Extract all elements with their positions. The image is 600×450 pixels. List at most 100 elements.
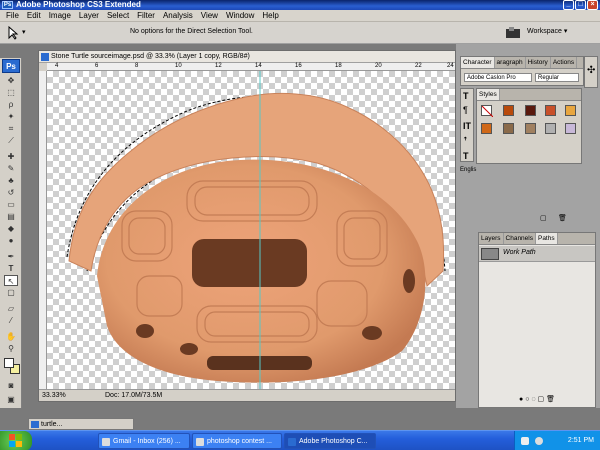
vertical-ruler[interactable] [39, 71, 47, 389]
blur-tool-icon[interactable]: ◆ [4, 223, 18, 234]
move-tool-icon[interactable]: ✥ [4, 75, 18, 86]
clone-stamp-tool-icon[interactable]: ♣ [4, 175, 18, 186]
style-swatch[interactable] [565, 123, 576, 134]
clock[interactable]: 2:51 PM [568, 437, 594, 444]
tab-paths[interactable]: Paths [535, 233, 558, 244]
options-bar: ▾ No options for the Direct Selection To… [0, 22, 600, 44]
tool-preset-dropdown-icon[interactable]: ▾ [22, 28, 26, 36]
history-brush-tool-icon[interactable]: ↺ [4, 187, 18, 198]
tab-channels[interactable]: Channels [504, 233, 536, 244]
dodge-tool-icon[interactable]: ● [4, 235, 18, 246]
style-swatch[interactable] [525, 105, 536, 116]
lasso-tool-icon[interactable]: ρ [4, 99, 18, 110]
zoom-tool-icon[interactable]: ⚲ [4, 343, 18, 354]
font-family-select[interactable]: Adobe Caslon Pro [464, 73, 532, 82]
menu-help[interactable]: Help [262, 11, 278, 20]
menu-bar: File Edit Image Layer Select Filter Anal… [0, 10, 600, 22]
healing-brush-tool-icon[interactable]: ✚ [4, 151, 18, 162]
load-selection-icon[interactable]: ◌ [531, 396, 535, 403]
menu-filter[interactable]: Filter [137, 11, 155, 20]
new-path-icon[interactable]: ▢ [538, 396, 545, 403]
direct-selection-tool-icon[interactable] [6, 26, 20, 40]
bridge-icon[interactable] [505, 26, 521, 40]
hand-tool-icon[interactable]: ✋ [4, 331, 18, 342]
menu-image[interactable]: Image [49, 11, 71, 20]
magic-wand-tool-icon[interactable]: ✦ [4, 111, 18, 122]
quick-mask-icon[interactable]: ◙ [4, 380, 18, 391]
style-swatch-none[interactable] [481, 105, 494, 118]
tab-layers[interactable]: Layers [479, 233, 504, 244]
ruler-label: 6 [95, 63, 99, 69]
document-title-bar[interactable]: Stone Turtle sourceimage.psd @ 33.3% (La… [39, 51, 455, 63]
gradient-tool-icon[interactable]: ▤ [4, 211, 18, 222]
app-title-bar: Ps Adobe Photoshop CS3 Extended _ □ × [0, 0, 600, 10]
foreground-color-swatch[interactable] [4, 358, 14, 368]
styles-footer: ▢ 🗑 [536, 214, 592, 224]
crop-tool-icon[interactable]: ⌗ [4, 123, 18, 134]
path-selection-tool-icon[interactable]: ↖ [4, 275, 18, 286]
menu-analysis[interactable]: Analysis [163, 11, 193, 20]
document-icon [31, 421, 39, 428]
stroke-path-icon[interactable]: ○ [525, 396, 529, 403]
eraser-tool-icon[interactable]: ▭ [4, 199, 18, 210]
menu-select[interactable]: Select [107, 11, 129, 20]
image-canvas[interactable] [47, 71, 455, 389]
new-style-icon[interactable]: ▢ [540, 214, 547, 222]
start-button[interactable] [0, 431, 32, 450]
language-label: Englis [460, 167, 477, 173]
text-tool-icon[interactable]: IT [463, 121, 471, 131]
browser-icon [196, 438, 204, 446]
minimize-icon[interactable]: _ [563, 0, 574, 10]
type-faux-bold-icon[interactable]: T [463, 151, 469, 161]
tray-volume-icon[interactable] [535, 437, 543, 445]
tab-history[interactable]: History [526, 57, 551, 68]
tab-styles[interactable]: Styles [477, 89, 500, 100]
slice-tool-icon[interactable]: ⟋ [4, 135, 18, 146]
style-swatch[interactable] [525, 123, 536, 134]
horizontal-ruler[interactable]: 4 6 8 10 12 14 16 18 20 22 24 [47, 63, 455, 71]
taskbar-item-gmail[interactable]: Gmail - Inbox (256) ... [98, 433, 190, 449]
marquee-tool-icon[interactable]: ⬚ [4, 87, 18, 98]
shape-tool-icon[interactable]: ▢ [4, 287, 18, 298]
eyedropper-tool-icon[interactable]: ⁄ [4, 315, 18, 326]
menu-edit[interactable]: Edit [27, 11, 41, 20]
pen-tool-icon[interactable]: ✒ [4, 251, 18, 262]
menu-layer[interactable]: Layer [79, 11, 99, 20]
path-row-work-path[interactable]: Work Path [479, 246, 595, 262]
menu-window[interactable]: Window [226, 11, 254, 20]
style-swatch[interactable] [545, 105, 556, 116]
style-swatch[interactable] [503, 105, 514, 116]
maximize-icon[interactable]: □ [575, 0, 586, 10]
menu-view[interactable]: View [201, 11, 218, 20]
vertical-type-icon[interactable]: ¶ [463, 105, 468, 115]
tab-paragraph[interactable]: aragraph [495, 57, 526, 68]
baseline-icon[interactable]: ꜛ [463, 137, 468, 147]
font-style-select[interactable]: Regular [535, 73, 579, 82]
fill-path-icon[interactable]: ● [519, 396, 523, 403]
menu-file[interactable]: File [6, 11, 19, 20]
taskbar-item-photoshop-contest[interactable]: photoshop contest ... [192, 433, 282, 449]
type-tool-icon[interactable]: T [4, 263, 18, 274]
style-swatch[interactable] [481, 123, 492, 134]
tab-character[interactable]: Character [461, 57, 495, 68]
minimized-document[interactable]: turtle... [28, 418, 134, 430]
style-swatch[interactable] [545, 123, 556, 134]
style-swatch[interactable] [503, 123, 514, 134]
delete-path-icon[interactable]: 🗑 [546, 396, 555, 403]
zoom-level[interactable]: 33.33% [42, 390, 66, 402]
workspace-menu[interactable]: Workspace ▾ [527, 27, 567, 35]
tray-network-icon[interactable] [521, 437, 529, 445]
taskbar: Gmail - Inbox (256) ... photoshop contes… [0, 430, 600, 450]
tab-actions[interactable]: Actions [551, 57, 578, 68]
document-info[interactable]: Doc: 17.0M/73.5M [105, 390, 162, 402]
notes-tool-icon[interactable]: ▱ [4, 303, 18, 314]
taskbar-item-photoshop[interactable]: Adobe Photoshop C... [284, 433, 376, 449]
document-icon [41, 53, 49, 61]
screen-mode-icon[interactable]: ▣ [4, 394, 18, 405]
close-icon[interactable]: × [587, 0, 598, 10]
type-options-icon[interactable]: T [463, 91, 469, 101]
brush-tool-icon[interactable]: ✎ [4, 163, 18, 174]
delete-style-icon[interactable]: 🗑 [558, 214, 567, 222]
style-swatch[interactable] [565, 105, 576, 116]
panel-tools-icon[interactable]: ✣ [584, 56, 598, 88]
